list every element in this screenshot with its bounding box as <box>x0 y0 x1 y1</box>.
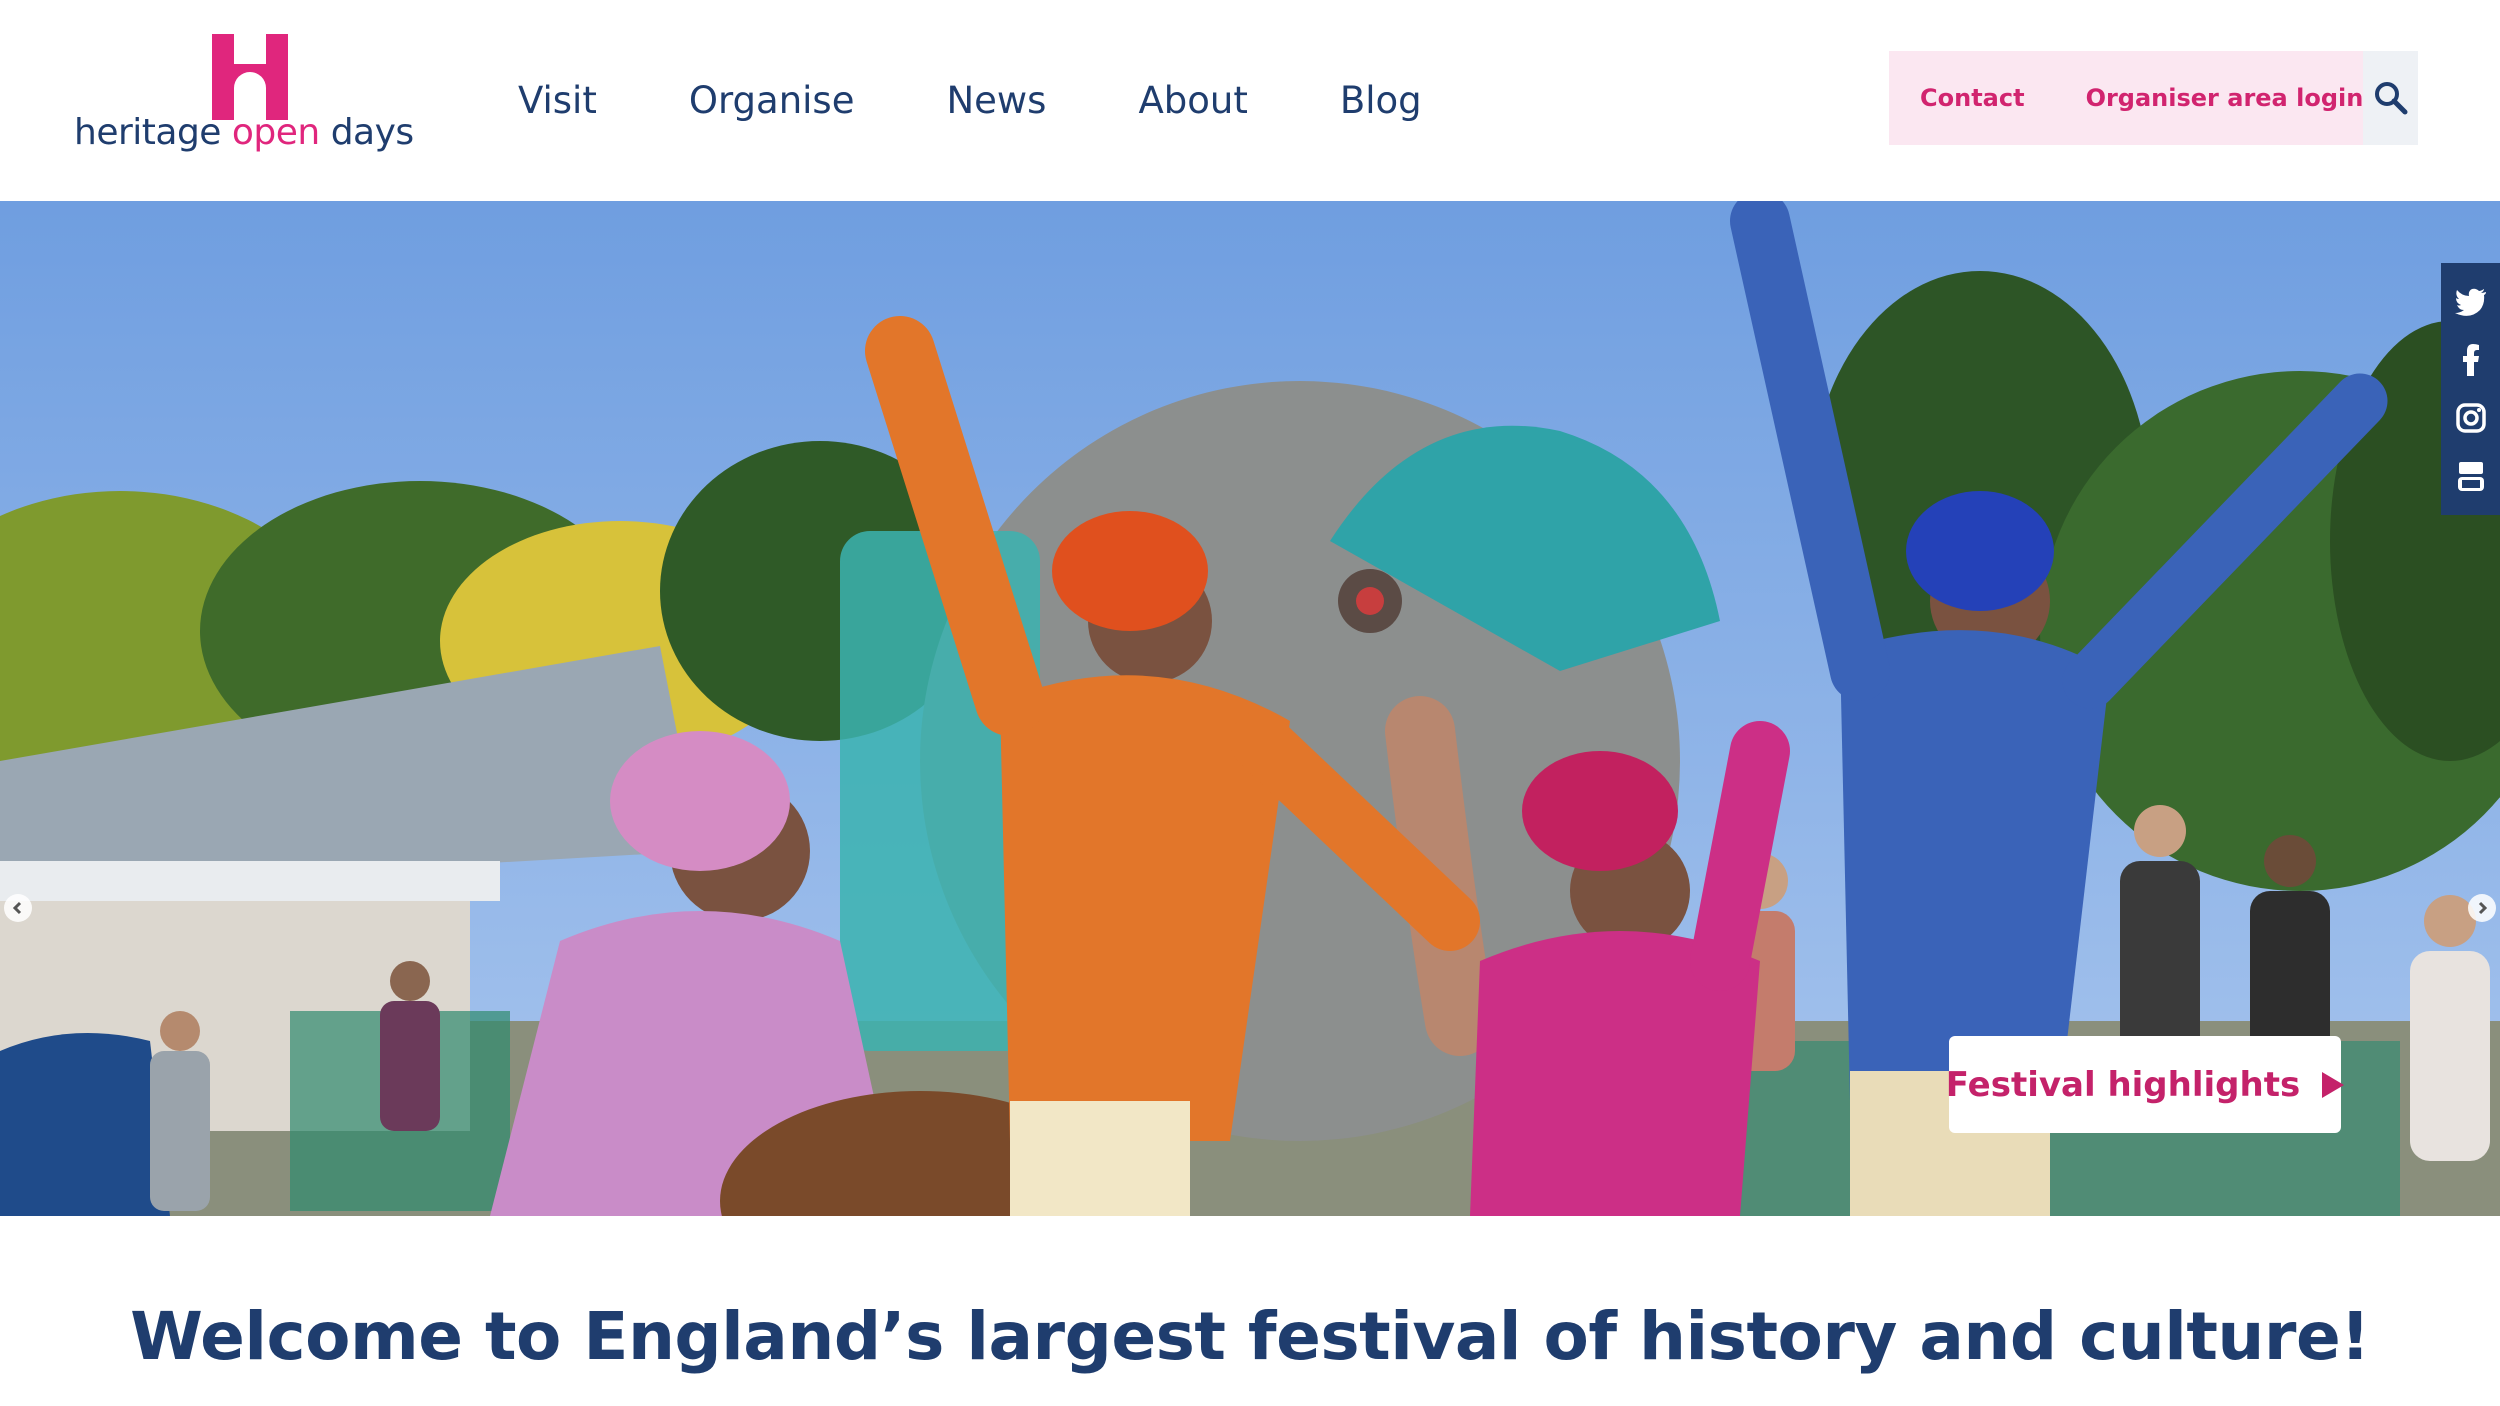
chevron-right-icon <box>2478 901 2488 915</box>
site-logo[interactable]: heritage open days <box>74 34 414 164</box>
main-nav: Visit Organise News About Blog <box>518 70 1514 130</box>
welcome-heading: Welcome to England’s largest festival of… <box>130 1298 2370 1375</box>
chevron-left-icon <box>12 901 22 915</box>
carousel-next-button[interactable] <box>2468 894 2496 922</box>
facebook-link[interactable] <box>2453 342 2489 378</box>
twitter-link[interactable] <box>2453 284 2489 320</box>
instagram-icon <box>2455 403 2486 433</box>
facebook-icon <box>2462 344 2479 376</box>
nav-item-organise[interactable]: Organise <box>689 79 855 122</box>
youtube-icon <box>2457 462 2484 491</box>
instagram-link[interactable] <box>2453 400 2489 436</box>
play-arrow-icon <box>2322 1071 2345 1098</box>
nav-item-visit[interactable]: Visit <box>518 79 597 122</box>
social-sidebar <box>2441 263 2500 515</box>
welcome-section: Welcome to England’s largest festival of… <box>0 1216 2500 1406</box>
carousel-prev-button[interactable] <box>4 894 32 922</box>
utility-links: Contact Organiser area login <box>1889 51 2364 145</box>
logo-h-icon <box>212 34 288 120</box>
festival-highlights-label: Festival highlights <box>1945 1064 2301 1105</box>
search-icon <box>2374 82 2408 115</box>
logo-prefix: heritage <box>74 112 221 153</box>
organiser-login-link[interactable]: Organiser area login <box>2086 84 2364 112</box>
nav-item-about[interactable]: About <box>1138 79 1247 122</box>
search-button[interactable] <box>2363 51 2418 145</box>
utility-bar: Contact Organiser area login <box>1889 51 2418 145</box>
festival-highlights-button[interactable]: Festival highlights <box>1945 1036 2345 1133</box>
site-header: heritage open days Visit Organise News A… <box>0 0 2500 201</box>
youtube-link[interactable] <box>2453 458 2489 494</box>
logo-highlight: open <box>231 112 320 153</box>
nav-item-blog[interactable]: Blog <box>1340 79 1422 122</box>
logo-wordmark: heritage open days <box>74 112 414 153</box>
nav-item-news[interactable]: News <box>946 79 1046 122</box>
contact-link[interactable]: Contact <box>1920 84 2025 112</box>
twitter-icon <box>2454 288 2486 316</box>
logo-suffix: days <box>330 112 414 153</box>
